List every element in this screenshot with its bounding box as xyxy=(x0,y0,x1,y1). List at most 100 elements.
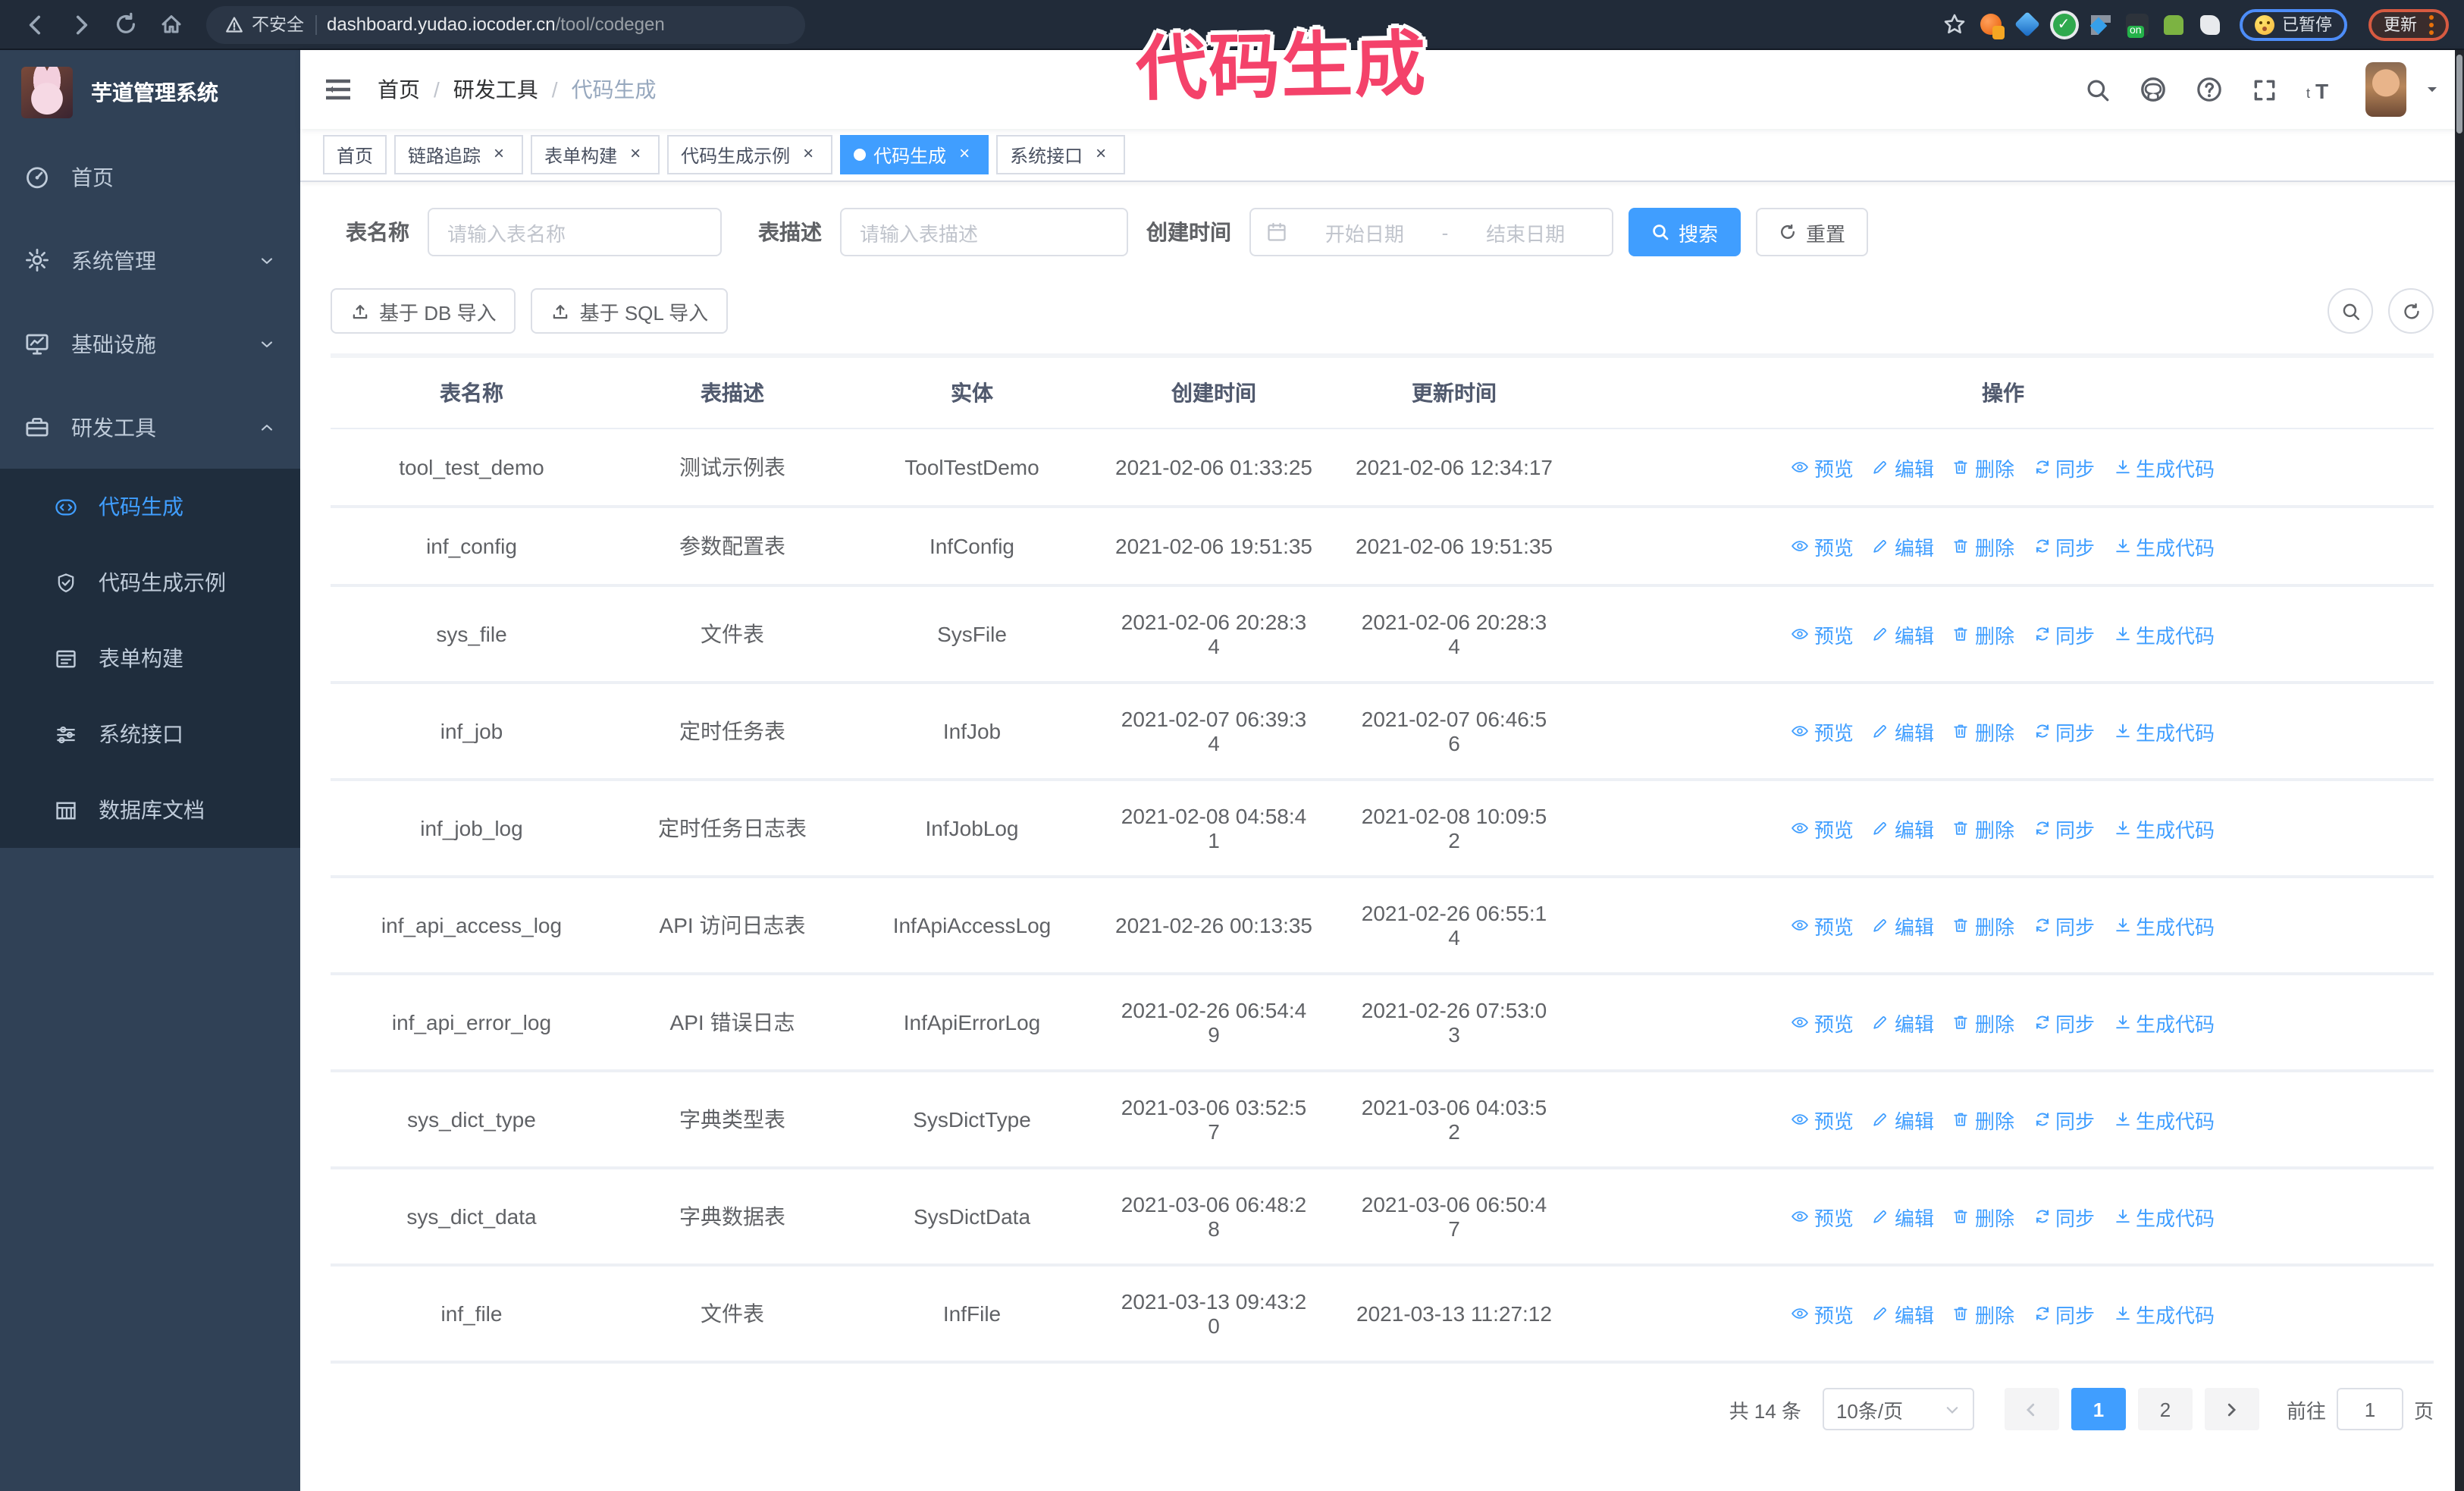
goto-page-input[interactable]: 1 xyxy=(2336,1388,2403,1430)
sidebar-subitem-codegen[interactable]: 代码生成 xyxy=(0,469,300,545)
action-preview-link[interactable]: 预览 xyxy=(1792,620,1854,648)
action-generate-code-link[interactable]: 生成代码 xyxy=(2113,1299,2215,1328)
import-db-button[interactable]: 基于 DB 导入 xyxy=(331,288,516,334)
action-edit-link[interactable]: 编辑 xyxy=(1872,1105,1934,1134)
action-preview-link[interactable]: 预览 xyxy=(1792,1202,1854,1231)
sidebar-subitem-form-builder[interactable]: 表单构建 xyxy=(0,620,300,696)
action-delete-link[interactable]: 删除 xyxy=(1952,814,2014,843)
check-extension-icon[interactable]: ✓ xyxy=(2052,12,2076,36)
action-delete-link[interactable]: 删除 xyxy=(1952,911,2014,940)
close-icon[interactable]: × xyxy=(954,143,975,165)
action-delete-link[interactable]: 删除 xyxy=(1952,1105,2014,1134)
orange-extension-icon[interactable] xyxy=(1979,12,2003,36)
url-text[interactable]: dashboard.yudao.iocoder.cn/tool/codegen xyxy=(327,14,665,35)
action-delete-link[interactable]: 删除 xyxy=(1952,1299,2014,1328)
action-sync-link[interactable]: 同步 xyxy=(2033,814,2095,843)
import-sql-button[interactable]: 基于 SQL 导入 xyxy=(531,288,729,334)
action-generate-code-link[interactable]: 生成代码 xyxy=(2113,1202,2215,1231)
on-extension-icon[interactable] xyxy=(2124,12,2149,37)
update-button[interactable]: 更新 xyxy=(2368,8,2449,40)
sidebar-item-infra[interactable]: 基础设施 xyxy=(0,302,300,385)
close-icon[interactable]: × xyxy=(1090,143,1111,165)
action-preview-link[interactable]: 预览 xyxy=(1792,911,1854,940)
browser-back-icon[interactable] xyxy=(15,5,55,44)
action-preview-link[interactable]: 预览 xyxy=(1792,717,1854,746)
action-edit-link[interactable]: 编辑 xyxy=(1872,1008,1934,1037)
puzzle-extension-icon[interactable] xyxy=(2197,12,2221,36)
action-delete-link[interactable]: 删除 xyxy=(1952,1202,2014,1231)
reset-button[interactable]: 重置 xyxy=(1756,208,1869,256)
action-generate-code-link[interactable]: 生成代码 xyxy=(2113,911,2215,940)
action-edit-link[interactable]: 编辑 xyxy=(1872,620,1934,648)
tag-首页[interactable]: 首页 xyxy=(323,135,387,174)
action-sync-link[interactable]: 同步 xyxy=(2033,620,2095,648)
action-edit-link[interactable]: 编辑 xyxy=(1872,453,1934,482)
tag-代码生成示例[interactable]: 代码生成示例 × xyxy=(667,135,833,174)
action-sync-link[interactable]: 同步 xyxy=(2033,911,2095,940)
action-preview-link[interactable]: 预览 xyxy=(1792,532,1854,560)
close-icon[interactable]: × xyxy=(488,143,509,165)
fullscreen-icon[interactable] xyxy=(2252,77,2277,102)
action-delete-link[interactable]: 删除 xyxy=(1952,532,2014,560)
grid-extension-icon[interactable] xyxy=(2088,12,2112,36)
sidebar-item-home[interactable]: 首页 xyxy=(0,135,300,218)
refresh-table-button[interactable] xyxy=(2388,288,2434,334)
gem-extension-icon[interactable] xyxy=(2014,11,2040,37)
browser-home-icon[interactable] xyxy=(152,5,191,44)
sidebar-subitem-codegen-example[interactable]: 代码生成示例 xyxy=(0,545,300,620)
sidebar-item-system[interactable]: 系统管理 xyxy=(0,218,300,302)
action-preview-link[interactable]: 预览 xyxy=(1792,1299,1854,1328)
action-sync-link[interactable]: 同步 xyxy=(2033,1008,2095,1037)
action-delete-link[interactable]: 删除 xyxy=(1952,453,2014,482)
page-size-select[interactable]: 10条/页 xyxy=(1822,1388,1974,1430)
tag-系统接口[interactable]: 系统接口 × xyxy=(996,135,1126,174)
toggle-search-button[interactable] xyxy=(2328,288,2373,334)
close-icon[interactable]: × xyxy=(625,143,646,165)
avatar[interactable] xyxy=(2365,62,2406,117)
page-button-2[interactable]: 2 xyxy=(2137,1388,2193,1430)
page-button-1[interactable]: 1 xyxy=(2071,1388,2126,1430)
action-generate-code-link[interactable]: 生成代码 xyxy=(2113,814,2215,843)
action-generate-code-link[interactable]: 生成代码 xyxy=(2113,620,2215,648)
action-sync-link[interactable]: 同步 xyxy=(2033,453,2095,482)
bookmark-star-icon[interactable] xyxy=(1942,12,1967,36)
scrollbar-thumb[interactable] xyxy=(2456,55,2462,133)
sidebar-logo[interactable]: 芋道管理系统 xyxy=(0,50,300,135)
action-edit-link[interactable]: 编辑 xyxy=(1872,814,1934,843)
action-generate-code-link[interactable]: 生成代码 xyxy=(2113,1008,2215,1037)
action-sync-link[interactable]: 同步 xyxy=(2033,1105,2095,1134)
chevron-down-icon[interactable] xyxy=(2423,80,2441,99)
hamburger-icon[interactable] xyxy=(323,74,353,105)
action-generate-code-link[interactable]: 生成代码 xyxy=(2113,453,2215,482)
font-size-icon[interactable]: tT xyxy=(2306,77,2337,102)
action-preview-link[interactable]: 预览 xyxy=(1792,1105,1854,1134)
action-generate-code-link[interactable]: 生成代码 xyxy=(2113,717,2215,746)
tag-代码生成[interactable]: 代码生成 × xyxy=(840,135,989,174)
prev-page-button[interactable] xyxy=(2004,1388,2059,1430)
android-extension-icon[interactable] xyxy=(2161,12,2185,36)
sidebar-subitem-db-doc[interactable]: 数据库文档 xyxy=(0,772,300,848)
action-edit-link[interactable]: 编辑 xyxy=(1872,1299,1934,1328)
action-preview-link[interactable]: 预览 xyxy=(1792,814,1854,843)
github-icon[interactable] xyxy=(2140,76,2167,103)
browser-forward-icon[interactable] xyxy=(61,5,100,44)
close-icon[interactable]: × xyxy=(798,143,819,165)
action-edit-link[interactable]: 编辑 xyxy=(1872,532,1934,560)
sidebar-subitem-system-api[interactable]: 系统接口 xyxy=(0,696,300,772)
action-preview-link[interactable]: 预览 xyxy=(1792,1008,1854,1037)
action-sync-link[interactable]: 同步 xyxy=(2033,1299,2095,1328)
action-generate-code-link[interactable]: 生成代码 xyxy=(2113,532,2215,560)
table-desc-input[interactable]: 请输入表描述 xyxy=(840,208,1128,256)
date-range-input[interactable]: 开始日期 - 结束日期 xyxy=(1249,208,1613,256)
next-page-button[interactable] xyxy=(2204,1388,2259,1430)
security-label[interactable]: 不安全 xyxy=(252,12,304,36)
action-edit-link[interactable]: 编辑 xyxy=(1872,1202,1934,1231)
action-sync-link[interactable]: 同步 xyxy=(2033,1202,2095,1231)
paused-badge[interactable]: 已暂停 xyxy=(2240,8,2347,40)
window-scrollbar[interactable] xyxy=(2455,50,2464,1491)
tag-表单构建[interactable]: 表单构建 × xyxy=(531,135,660,174)
action-sync-link[interactable]: 同步 xyxy=(2033,532,2095,560)
action-preview-link[interactable]: 预览 xyxy=(1792,453,1854,482)
search-button[interactable]: 搜索 xyxy=(1629,208,1741,256)
action-delete-link[interactable]: 删除 xyxy=(1952,620,2014,648)
